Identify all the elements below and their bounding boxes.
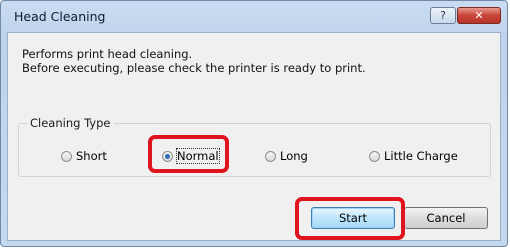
description-line-1: Performs print head cleaning. — [22, 47, 193, 61]
help-icon: ? — [440, 9, 446, 22]
help-button[interactable]: ? — [430, 7, 456, 24]
radio-normal[interactable]: Normal — [162, 148, 220, 164]
close-button[interactable]: ✕ — [457, 7, 501, 24]
description-line-2: Before executing, please check the print… — [22, 61, 366, 75]
radio-long-label: Long — [280, 149, 308, 163]
radio-little-charge-circle[interactable] — [369, 150, 380, 162]
radio-little-charge-label: Little Charge — [384, 149, 458, 163]
title-bar[interactable]: Head Cleaning ? ✕ — [1, 1, 507, 31]
cancel-button[interactable]: Cancel — [404, 207, 488, 229]
radio-long[interactable]: Long — [265, 148, 308, 164]
description: Performs print head cleaning. Before exe… — [22, 47, 366, 75]
radio-short-circle[interactable] — [61, 150, 72, 162]
radio-long-circle[interactable] — [265, 150, 276, 162]
dialog-body: Performs print head cleaning. Before exe… — [7, 32, 501, 241]
start-button[interactable]: Start — [311, 207, 395, 229]
radio-normal-circle[interactable] — [162, 150, 173, 162]
window-title: Head Cleaning — [14, 9, 106, 24]
radio-normal-label: Normal — [176, 148, 220, 164]
radio-little-charge[interactable]: Little Charge — [369, 148, 458, 164]
close-icon: ✕ — [474, 9, 484, 22]
radio-short-label: Short — [76, 149, 107, 163]
radio-short[interactable]: Short — [61, 148, 107, 164]
head-cleaning-dialog: Head Cleaning ? ✕ Performs print head cl… — [0, 0, 508, 247]
cleaning-type-label: Cleaning Type — [27, 116, 114, 130]
